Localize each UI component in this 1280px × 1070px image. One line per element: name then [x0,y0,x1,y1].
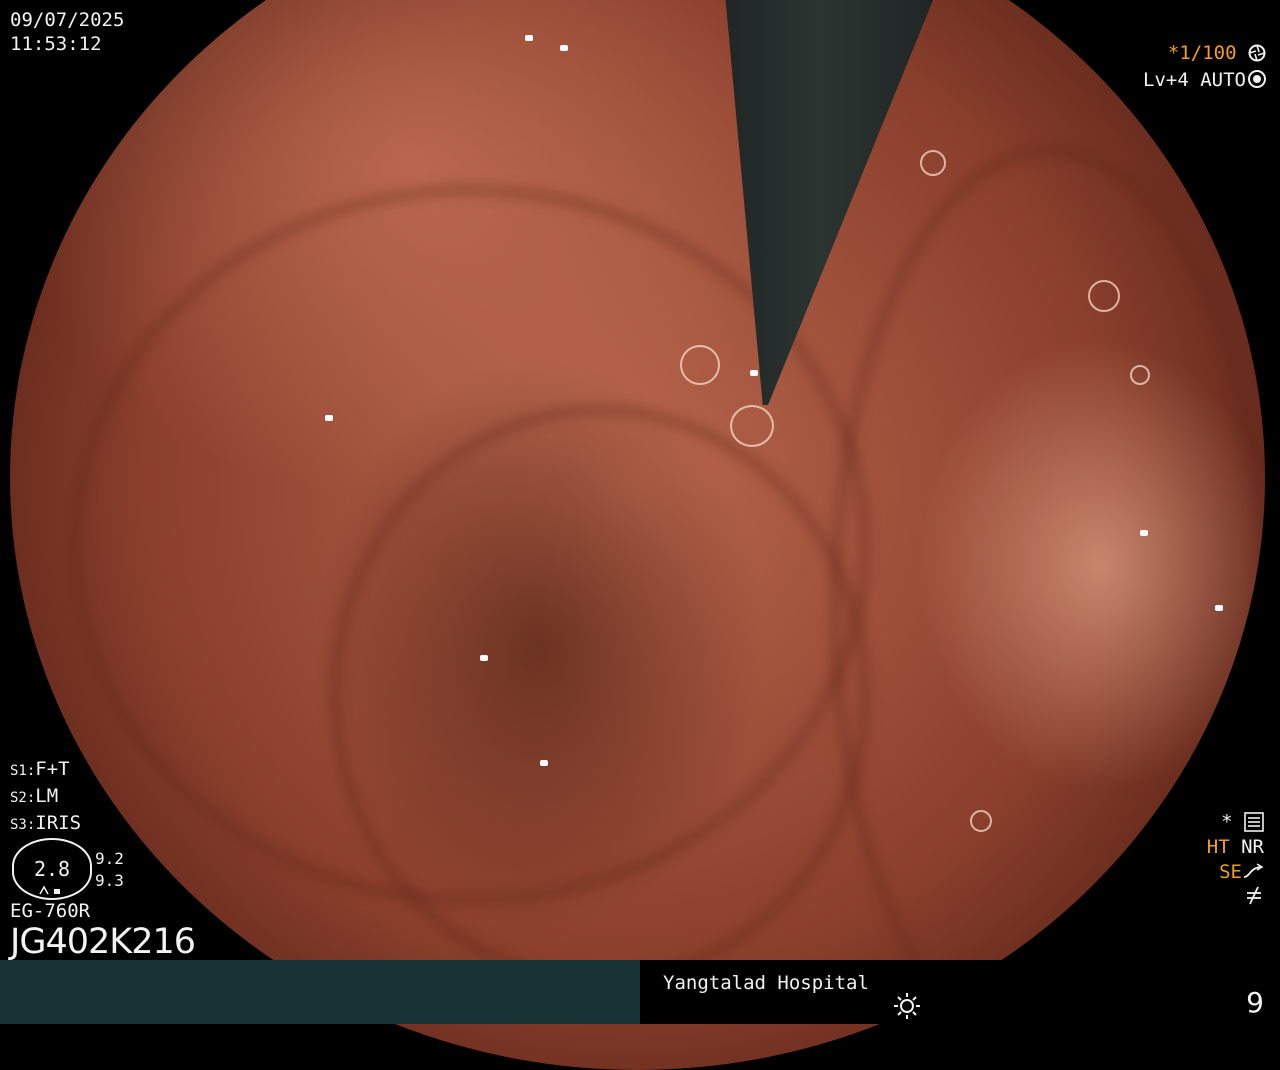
ring-icon [1248,70,1266,88]
setting-s2: S2:LM [10,785,59,807]
info-bar-left [0,960,640,1024]
light-reflection [325,415,333,421]
shutter-speed: *1/100 [1167,42,1237,64]
time-text: 11:53:12 [10,33,102,55]
scope-settings: S1:F+T S2:LM S3:IRIS [10,757,81,838]
zoom-dial: 2.8 [12,838,92,900]
light-reflection [480,655,488,661]
datetime: 09/07/2025 11:53:12 [10,8,124,56]
status-row-1: * [1207,810,1264,835]
bubble [680,345,720,385]
light-reflection [525,35,533,41]
bubble [920,150,946,176]
exposure-readout: Lv+4 AUTO [1143,69,1266,91]
dial-value: 2.8 [33,857,71,881]
light-reflection [560,45,568,51]
status-row-2: HT NR [1206,836,1264,858]
setting-s3: S3:IRIS [10,812,82,834]
mucosal-fold [330,405,870,985]
dial-marker-icon [39,885,60,895]
image-count: 9 [1246,986,1264,1019]
dial-side-values: 9.2 9.3 [95,849,124,890]
shutter-readout: *1/100 [1168,42,1266,64]
mucosal-fold [830,145,1265,1065]
light-reflection [540,760,548,766]
bubble [1130,365,1150,385]
light-reflection [750,370,758,376]
bubble [1088,280,1120,312]
light-reflection [1215,605,1223,611]
not-equal-icon [1247,886,1261,905]
bubble [970,810,992,832]
enhance-curve-icon [1243,863,1264,878]
status-row-3: SE [1207,860,1264,885]
processing-status: * HT NR SE [1207,810,1264,912]
scope-serial: JG402K216 [10,922,196,962]
exposure-mode: AUTO [1200,69,1246,91]
level-text: Lv+4 [1143,69,1189,91]
light-reflection [1140,530,1148,536]
scope-model: EG-760R [10,900,91,922]
bubble [730,405,774,447]
endoscopic-image [10,0,1265,1070]
aperture-icon [1248,44,1266,62]
hospital-name: Yangtalad Hospital [663,972,869,994]
settings-list-icon [1244,812,1264,832]
brightness-icon [894,993,920,1019]
status-row-4 [1207,885,1264,912]
setting-s1: S1:F+T [10,758,70,780]
date-text: 09/07/2025 [10,9,125,31]
